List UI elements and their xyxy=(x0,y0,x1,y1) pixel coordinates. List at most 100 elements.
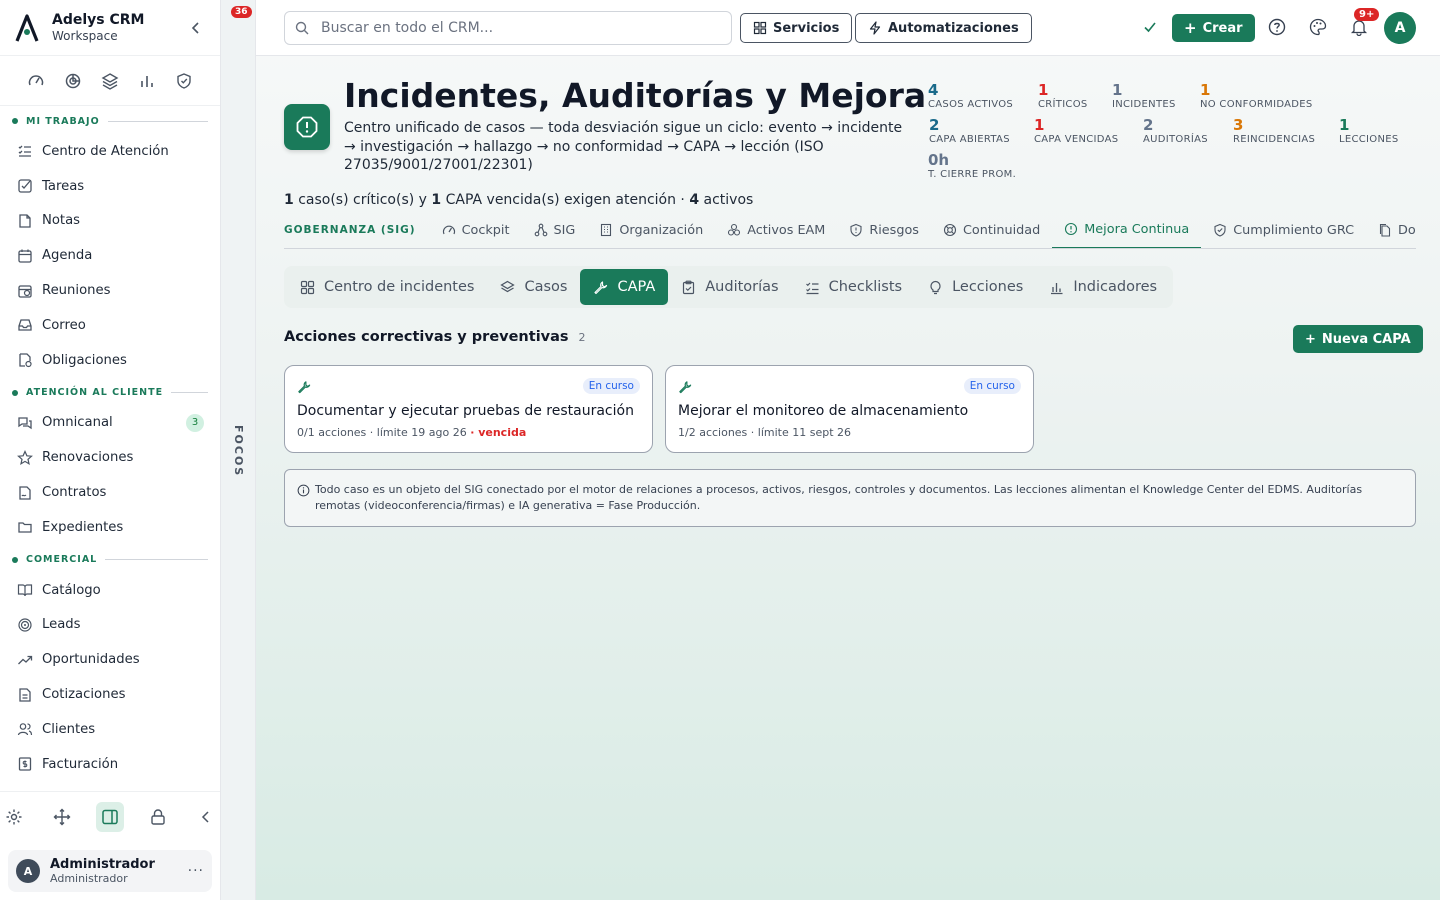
shield-check-icon[interactable] xyxy=(175,71,194,90)
lifebuoy-icon xyxy=(943,223,957,237)
capa-card[interactable]: En curso Documentar y ejecutar pruebas d… xyxy=(284,365,653,453)
more-options-icon[interactable]: ··· xyxy=(188,863,204,879)
status-badge: En curso xyxy=(963,378,1021,394)
critical-count: 1 xyxy=(284,192,294,208)
tab-mejora-continua[interactable]: Mejora Continua xyxy=(1052,212,1202,248)
tab-label: Checklists xyxy=(828,279,903,295)
sidebar-item-tareas[interactable]: Tareas xyxy=(0,169,220,204)
obligation-icon xyxy=(16,351,34,369)
section-divider xyxy=(107,120,208,122)
critical-text: caso(s) crítico(s) y xyxy=(293,192,432,208)
create-button[interactable]: + Crear xyxy=(1172,14,1255,42)
capa-deadline: · límite 11 sept 26 xyxy=(750,426,852,439)
lightbulb-icon xyxy=(928,279,944,295)
section-label: ATENCIÓN AL CLIENTE xyxy=(26,387,164,399)
sidebar-item-catalogo[interactable]: Catálogo xyxy=(0,573,220,608)
sidebar-item-agenda[interactable]: Agenda xyxy=(0,238,220,273)
tab-cockpit[interactable]: Cockpit xyxy=(430,212,522,248)
tab-label: Docu xyxy=(1398,222,1416,238)
topbar: Buscar en todo el CRM... Servicios Autom… xyxy=(256,0,1440,56)
tab-sig[interactable]: SIG xyxy=(522,212,588,248)
tab-continuidad[interactable]: Continuidad xyxy=(931,212,1052,248)
panel-toggle-icon[interactable] xyxy=(95,802,125,832)
sidebar-item-label: Oportunidades xyxy=(42,652,140,668)
automations-button[interactable]: Automatizaciones xyxy=(855,13,1032,43)
chat-icon xyxy=(16,414,34,432)
sidebar-item-clientes[interactable]: Clientes xyxy=(0,712,220,747)
tab-capa[interactable]: CAPA xyxy=(580,269,669,305)
capa-section-title: Acciones correctivas y preventivas 2 xyxy=(284,329,586,345)
search-input[interactable]: Buscar en todo el CRM... xyxy=(284,11,732,45)
tab-activos-eam[interactable]: Activos EAM xyxy=(715,212,837,248)
tab-indicadores[interactable]: Indicadores xyxy=(1036,269,1170,305)
sidebar-item-correo[interactable]: Correo xyxy=(0,308,220,343)
capa-card[interactable]: En curso Mejorar el monitoreo de almacen… xyxy=(665,365,1034,453)
trend-icon xyxy=(16,651,34,669)
sidebar-item-notas[interactable]: Notas xyxy=(0,204,220,239)
sidebar-item-obligaciones[interactable]: Obligaciones xyxy=(0,343,220,378)
sidebar-item-reuniones[interactable]: Reuniones xyxy=(0,273,220,308)
calendar-icon xyxy=(16,247,34,265)
sidebar-item-leads[interactable]: Leads xyxy=(0,608,220,643)
kpi-value: 1 xyxy=(1034,116,1045,134)
tab-auditorias[interactable]: Auditorías xyxy=(668,269,791,305)
sidebar-item-label: Contratos xyxy=(42,485,107,501)
bar-chart-icon[interactable] xyxy=(138,71,157,90)
documents-icon xyxy=(1378,223,1392,237)
avatar[interactable]: A xyxy=(1384,12,1416,44)
chevron-left-icon[interactable] xyxy=(191,802,220,832)
tab-checklists[interactable]: Checklists xyxy=(792,269,915,305)
tab-documentos[interactable]: Docu xyxy=(1366,212,1416,248)
checkbox-icon xyxy=(16,177,34,195)
new-capa-button[interactable]: + Nueva CAPA xyxy=(1293,325,1423,353)
active-text: activos xyxy=(699,192,754,208)
kpi-no-conformidades: 1 NO CONFORMIDADES xyxy=(1200,82,1313,111)
gauge-icon[interactable] xyxy=(27,71,46,90)
sidebar-item-expedientes[interactable]: Expedientes xyxy=(0,510,220,545)
sidebar-item-label: Obligaciones xyxy=(42,352,127,368)
kpi-label: T. CIERRE PROM. xyxy=(928,169,1017,180)
capa-actions-progress: 1/2 acciones xyxy=(678,426,748,439)
tab-label: Lecciones xyxy=(952,279,1024,295)
sidebar-item-oportunidades[interactable]: Oportunidades xyxy=(0,642,220,677)
omnicanal-count-badge: 3 xyxy=(186,413,204,432)
tab-casos[interactable]: Casos xyxy=(487,269,580,305)
capa-title: Acciones correctivas y preventivas xyxy=(284,329,569,345)
help-icon[interactable] xyxy=(1267,17,1287,37)
bar-chart-icon xyxy=(1049,279,1065,295)
lock-icon[interactable] xyxy=(143,802,172,832)
gear-icon[interactable] xyxy=(0,802,29,832)
focus-rail[interactable]: 36 FOCOS xyxy=(221,0,256,900)
dashboard-icon xyxy=(300,279,316,295)
sidebar-item-renovaciones[interactable]: Renovaciones xyxy=(0,440,220,475)
tab-centro-incidentes[interactable]: Centro de incidentes xyxy=(287,269,487,305)
sidebar-item-label: Leads xyxy=(42,617,81,633)
star-icon xyxy=(16,449,34,467)
sidebar-item-centro-atencion[interactable]: Centro de Atención xyxy=(0,134,220,169)
inbox-icon xyxy=(16,316,34,334)
layers-icon[interactable] xyxy=(101,71,120,90)
chevron-left-icon[interactable] xyxy=(186,18,206,38)
services-button[interactable]: Servicios xyxy=(740,13,853,43)
palette-icon[interactable] xyxy=(1308,17,1328,37)
target-icon xyxy=(16,616,34,634)
wrench-icon xyxy=(297,380,311,394)
sidebar-item-cotizaciones[interactable]: Cotizaciones xyxy=(0,677,220,712)
tab-label: Activos EAM xyxy=(747,222,826,238)
sidebar-item-facturacion[interactable]: Facturación xyxy=(0,747,220,782)
tab-organizacion[interactable]: Organización xyxy=(587,212,715,248)
kpi-incidentes: 1 INCIDENTES xyxy=(1112,82,1176,111)
book-icon xyxy=(16,581,34,599)
sidebar-item-label: Facturación xyxy=(42,756,119,772)
move-icon[interactable] xyxy=(48,802,77,832)
tab-cumplimiento-grc[interactable]: Cumplimiento GRC xyxy=(1201,212,1366,248)
kpi-reincidencias: 3 REINCIDENCIAS xyxy=(1233,117,1315,146)
sidebar-item-contratos[interactable]: Contratos xyxy=(0,475,220,510)
tab-riesgos[interactable]: Riesgos xyxy=(837,212,931,248)
building-icon xyxy=(599,223,613,237)
target-chart-icon[interactable] xyxy=(64,71,83,90)
sidebar-item-omnicanal[interactable]: Omnicanal 3 xyxy=(0,406,220,441)
user-card[interactable]: A Administrador Administrador ··· xyxy=(8,850,212,892)
tab-lecciones[interactable]: Lecciones xyxy=(915,269,1036,305)
sidebar: Adelys CRM Workspace MI TRABAJO Centro d… xyxy=(0,0,221,900)
